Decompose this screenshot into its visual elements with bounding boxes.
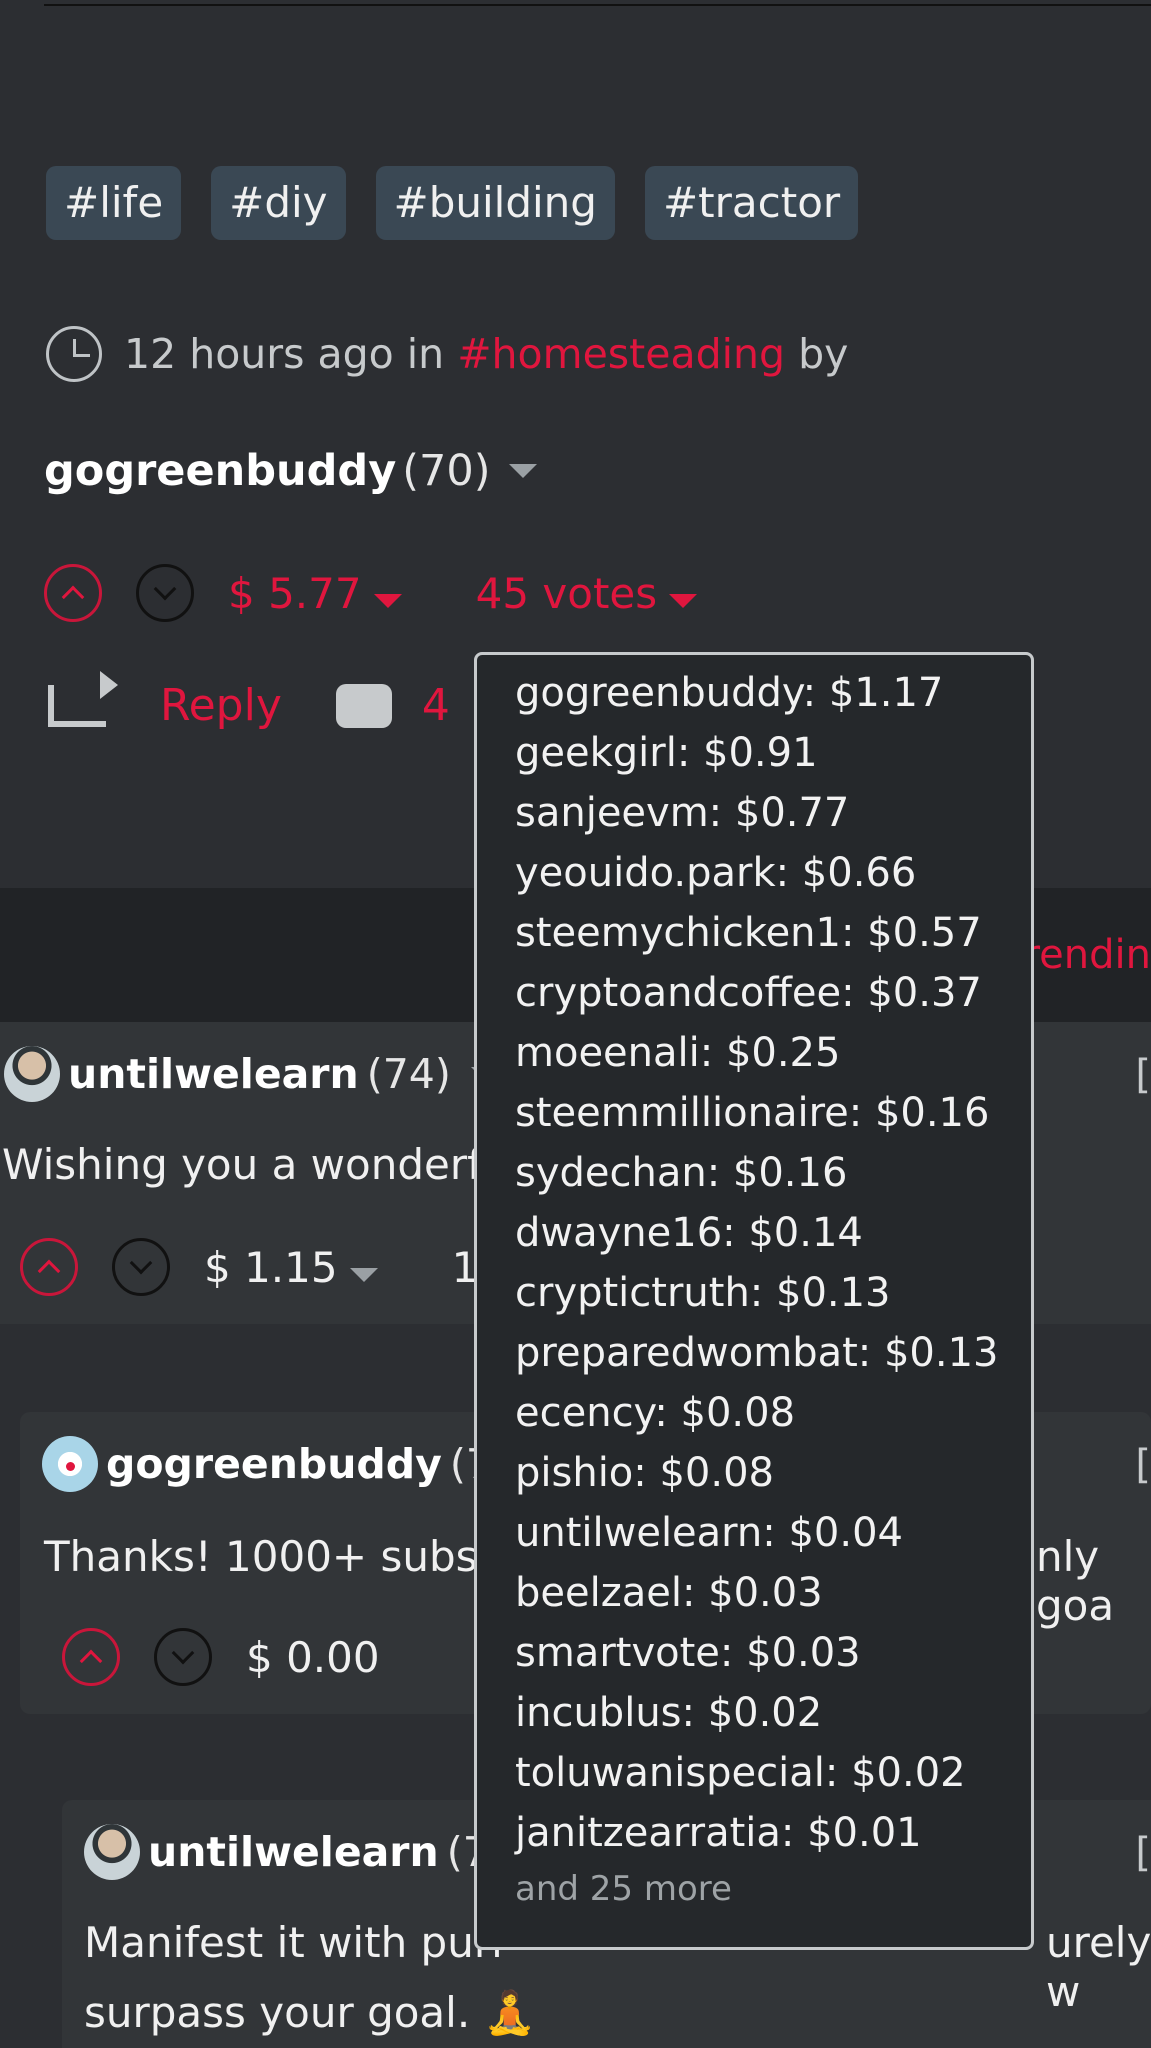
voter-item[interactable]: smartvote: $0.03 [515, 1623, 1031, 1683]
comment-author-reputation: (74) [366, 1050, 451, 1098]
tag-life[interactable]: #life [46, 166, 182, 241]
tag-list: #life #diy #building #tractor [46, 166, 859, 241]
voter-item[interactable]: geekgirl: $0.91 [515, 723, 1031, 783]
chevron-down-icon [349, 1267, 378, 1282]
comment-text-tail: nly goa [1036, 1532, 1115, 1630]
voter-item[interactable]: ecency: $0.08 [515, 1383, 1031, 1443]
chevron-up-icon [61, 585, 85, 609]
downvote-button[interactable] [112, 1238, 170, 1296]
voter-item[interactable]: janitzearratia: $0.01 [515, 1803, 1031, 1863]
chevron-down-icon[interactable] [508, 464, 537, 478]
chevron-down-icon [669, 593, 698, 608]
by-label: by [798, 330, 849, 378]
comment-author[interactable]: gogreenbuddy [106, 1440, 442, 1488]
comment-vote-row: $ 1.15 1 [20, 1238, 478, 1296]
comment-expand-bracket[interactable]: [ [1135, 1442, 1151, 1488]
comment-header: gogreenbuddy (70 [42, 1436, 518, 1492]
comment-text: Manifest it with puri [84, 1918, 503, 1967]
voter-item[interactable]: toluwanispecial: $0.02 [515, 1743, 1031, 1803]
comment-expand-bracket[interactable]: [ [1135, 1830, 1151, 1876]
chevron-up-icon [79, 1649, 103, 1673]
voter-item[interactable]: moeenali: $0.25 [515, 1023, 1031, 1083]
avatar[interactable] [4, 1046, 60, 1102]
payout-value[interactable]: $ 0.00 [246, 1633, 380, 1682]
voter-item[interactable]: steemmillionaire: $0.16 [515, 1083, 1031, 1143]
chevron-down-icon [171, 1641, 195, 1665]
comment-expand-bracket[interactable]: [ [1135, 1052, 1151, 1098]
voter-item[interactable]: incublus: $0.02 [515, 1683, 1031, 1743]
avatar[interactable] [84, 1824, 140, 1880]
author-name[interactable]: gogreenbuddy [44, 446, 396, 496]
chevron-down-icon [373, 593, 402, 608]
comment-vote-row: $ 0.00 [62, 1628, 380, 1686]
comment-text-line2: surpass your goal. 🧘 [84, 1988, 536, 2037]
comments-icon [335, 683, 392, 728]
downvote-button[interactable] [154, 1628, 212, 1686]
voter-item[interactable]: cryptoandcoffee: $0.37 [515, 963, 1031, 1023]
community-link[interactable]: #homesteading [457, 330, 785, 378]
comments-count[interactable]: 4 [335, 680, 450, 731]
voter-item[interactable]: steemychicken1: $0.57 [515, 903, 1031, 963]
reblog-icon[interactable] [48, 670, 118, 727]
upvote-button[interactable] [20, 1238, 78, 1296]
tag-building[interactable]: #building [375, 166, 615, 241]
post-author[interactable]: gogreenbuddy (70) [44, 446, 537, 496]
voter-item[interactable]: cryptictruth: $0.13 [515, 1263, 1031, 1323]
payout-value[interactable]: $ 5.77 [228, 569, 402, 618]
sort-option[interactable]: rendin [1024, 932, 1151, 978]
comment-text: Wishing you a wonderful [2, 1140, 521, 1189]
avatar[interactable] [42, 1436, 98, 1492]
upvote-button[interactable] [44, 564, 102, 622]
post-meta: 12 hours ago in #homesteading by [46, 326, 848, 382]
tag-diy[interactable]: #diy [211, 166, 346, 241]
voter-item[interactable]: beelzael: $0.03 [515, 1563, 1031, 1623]
chevron-down-icon [129, 1251, 153, 1275]
author-reputation: (70) [402, 446, 491, 496]
comment-author[interactable]: untilwelearn [68, 1050, 359, 1098]
divider [44, 4, 1151, 6]
voter-item[interactable]: untilwelearn: $0.04 [515, 1503, 1031, 1563]
upvote-button[interactable] [62, 1628, 120, 1686]
comment-text: Thanks! 1000+ subs or [44, 1532, 534, 1581]
voter-item[interactable]: gogreenbuddy: $1.17 [515, 663, 1031, 723]
votes-count[interactable]: 45 votes [476, 569, 698, 618]
post-actions: Reply 4 [48, 670, 450, 731]
payout-value[interactable]: $ 1.15 [204, 1243, 378, 1292]
comment-text-tail: urely w [1046, 1918, 1151, 2016]
chevron-up-icon [37, 1259, 61, 1283]
comment-author[interactable]: untilwelearn [148, 1828, 439, 1876]
voter-item[interactable]: dwayne16: $0.14 [515, 1203, 1031, 1263]
more-voters-link[interactable]: and 25 more [515, 1869, 1031, 1909]
tag-tractor[interactable]: #tractor [644, 166, 859, 241]
voter-item[interactable]: sydechan: $0.16 [515, 1143, 1031, 1203]
voter-item[interactable]: preparedwombat: $0.13 [515, 1323, 1031, 1383]
clock-icon [46, 326, 102, 382]
downvote-button[interactable] [136, 564, 194, 622]
reply-button[interactable]: Reply [160, 680, 282, 731]
voter-item[interactable]: pishio: $0.08 [515, 1443, 1031, 1503]
voters-popup: gogreenbuddy: $1.17 geekgirl: $0.91 sanj… [474, 652, 1034, 1950]
chevron-down-icon [153, 577, 177, 601]
comment-header: untilwelearn (74 [84, 1824, 515, 1880]
post-time: 12 hours ago in [124, 330, 445, 378]
post-vote-row: $ 5.77 45 votes [44, 564, 698, 622]
voter-item[interactable]: yeouido.park: $0.66 [515, 843, 1031, 903]
voter-item[interactable]: sanjeevm: $0.77 [515, 783, 1031, 843]
comment-header: untilwelearn (74) [4, 1046, 499, 1102]
